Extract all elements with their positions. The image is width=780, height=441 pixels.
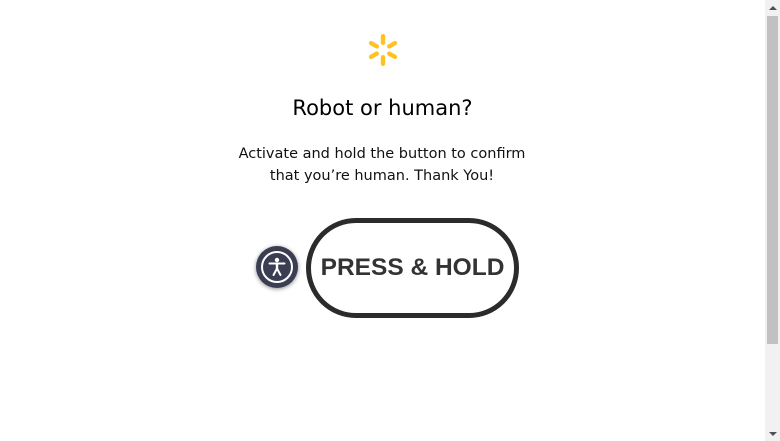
instructions-text: Activate and hold the button to confirm … <box>232 143 532 187</box>
press-and-hold-label: PRESS & HOLD <box>320 254 505 281</box>
vertical-scrollbar[interactable] <box>765 0 780 441</box>
scroll-down-arrow-icon[interactable] <box>765 426 780 441</box>
scrollbar-thumb[interactable] <box>767 16 778 344</box>
accessibility-person-icon <box>261 251 293 283</box>
accessibility-button[interactable] <box>256 246 298 288</box>
instructions-line-1: Activate and hold the button to confirm <box>238 146 526 162</box>
press-and-hold-button[interactable]: PRESS & HOLD <box>306 218 519 318</box>
page-title: Robot or human? <box>292 96 473 120</box>
walmart-spark-icon <box>366 33 400 67</box>
instructions-line-2: that you’re human. Thank You! <box>269 168 495 184</box>
captcha-page: Robot or human? Activate and hold the bu… <box>0 0 765 441</box>
scroll-up-arrow-icon[interactable] <box>765 0 780 15</box>
